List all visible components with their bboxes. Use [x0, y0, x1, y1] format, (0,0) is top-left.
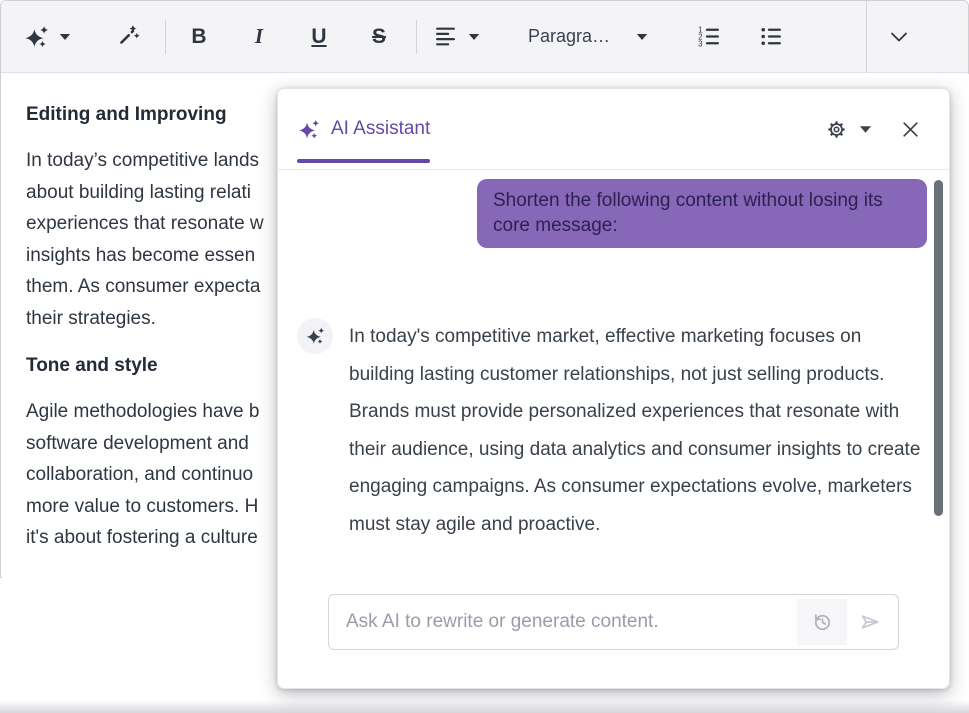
ai-assistant-dialog: AI Assistant — [277, 88, 950, 689]
send-icon — [858, 610, 882, 634]
ai-prompt-input[interactable] — [329, 595, 797, 649]
italic-button[interactable]: I — [240, 13, 278, 61]
paragraph-style-dropdown[interactable]: Paragra… — [528, 13, 648, 61]
toolbar-divider — [165, 20, 166, 54]
chat-area: Shorten the following content without lo… — [278, 170, 949, 594]
dialog-header-actions — [826, 119, 921, 140]
toolbar-divider — [416, 20, 417, 54]
caret-down-icon — [636, 33, 648, 41]
numbered-list-icon: 1 2 3 — [696, 24, 721, 49]
gear-icon — [826, 119, 847, 140]
prompt-input-area — [278, 594, 949, 650]
toolbar-overflow-button[interactable] — [881, 13, 917, 61]
caret-down-icon — [859, 125, 872, 134]
tab-ai-assistant[interactable]: AI Assistant — [297, 89, 430, 169]
dialog-header: AI Assistant — [278, 89, 949, 169]
numbered-list-button[interactable]: 1 2 3 — [690, 13, 726, 61]
chat-scrollbar-thumb[interactable] — [934, 180, 943, 516]
bold-button[interactable]: B — [180, 13, 218, 61]
ai-response-row: In today's competitive market, effective… — [297, 318, 927, 543]
sparkles-icon — [305, 326, 325, 346]
chevron-down-icon — [890, 31, 908, 43]
send-button[interactable] — [847, 599, 893, 645]
dialog-title: AI Assistant — [331, 118, 430, 140]
caret-down-icon — [59, 33, 71, 41]
align-left-icon — [433, 24, 458, 49]
svg-text:3: 3 — [698, 40, 702, 49]
bullet-list-button[interactable] — [752, 13, 788, 61]
page-bottom-shadow — [0, 700, 969, 713]
underline-button[interactable]: U — [300, 13, 338, 61]
settings-button[interactable] — [826, 119, 872, 140]
bullet-list-icon — [758, 24, 783, 49]
strikethrough-button[interactable]: S — [360, 13, 398, 61]
ai-assistant-button[interactable] — [23, 13, 71, 61]
editor-page: B I U S Paragra… — [0, 0, 969, 713]
ai-avatar — [297, 318, 333, 354]
toolbar-divider — [866, 1, 867, 73]
ai-shortcuts-button[interactable] — [107, 13, 147, 61]
paragraph-style-label: Paragra… — [528, 26, 610, 47]
user-message-bubble: Shorten the following content without lo… — [477, 179, 927, 248]
close-icon — [900, 119, 921, 140]
active-tab-indicator — [297, 159, 430, 163]
sparkles-icon — [23, 24, 49, 50]
sparkles-icon — [297, 118, 320, 141]
alignment-button[interactable] — [433, 13, 480, 61]
history-icon — [811, 611, 834, 634]
prompt-input-container — [328, 594, 899, 650]
magic-wand-icon — [114, 24, 140, 50]
caret-down-icon — [468, 33, 480, 41]
close-button[interactable] — [900, 119, 921, 140]
ai-response-text: In today's competitive market, effective… — [349, 318, 927, 543]
editor-toolbar: B I U S Paragra… — [1, 1, 968, 73]
history-button[interactable] — [797, 599, 847, 645]
